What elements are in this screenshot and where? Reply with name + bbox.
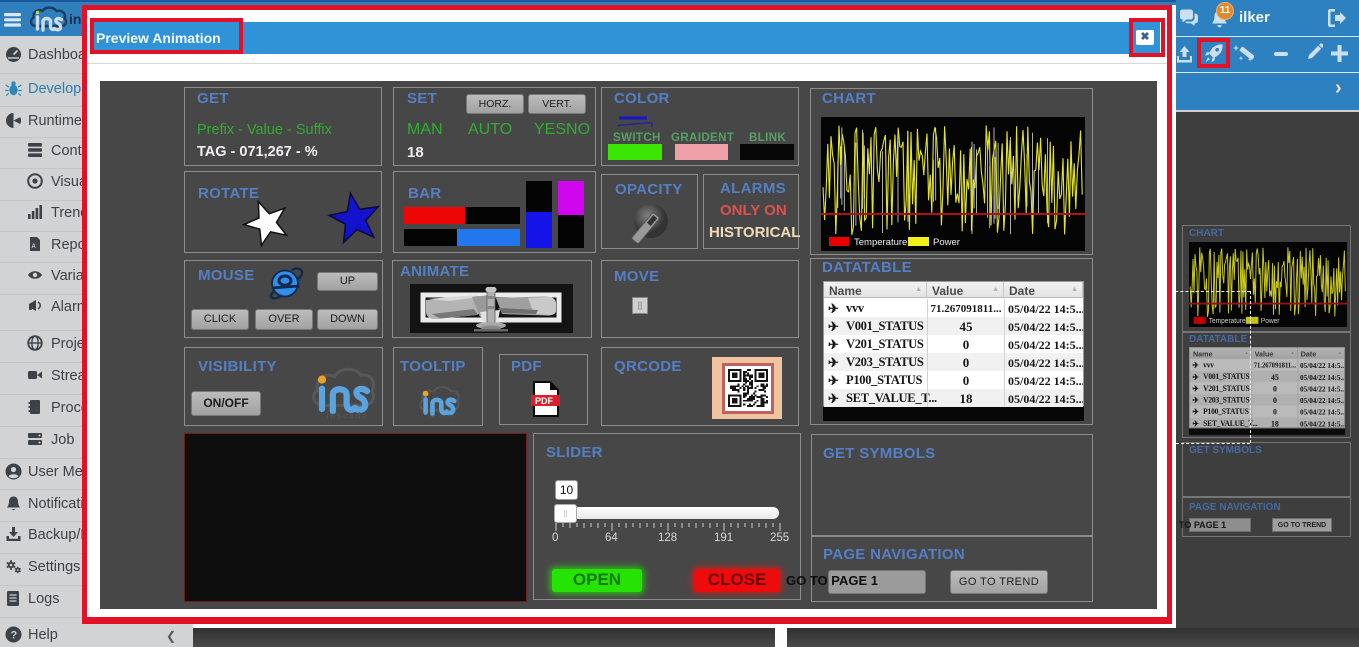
svg-text:PDF: PDF xyxy=(535,396,554,406)
svg-text:Power: Power xyxy=(1261,318,1280,325)
svg-text:?: ? xyxy=(11,630,18,642)
svg-text:Temperature: Temperature xyxy=(1209,318,1246,325)
svg-text:A: A xyxy=(32,244,37,250)
svg-text:inscada: inscada xyxy=(428,415,455,420)
svg-text:inscada: inscada xyxy=(326,411,368,420)
svg-text:Temperature: Temperature xyxy=(854,237,907,248)
svg-text:Power: Power xyxy=(933,237,960,248)
